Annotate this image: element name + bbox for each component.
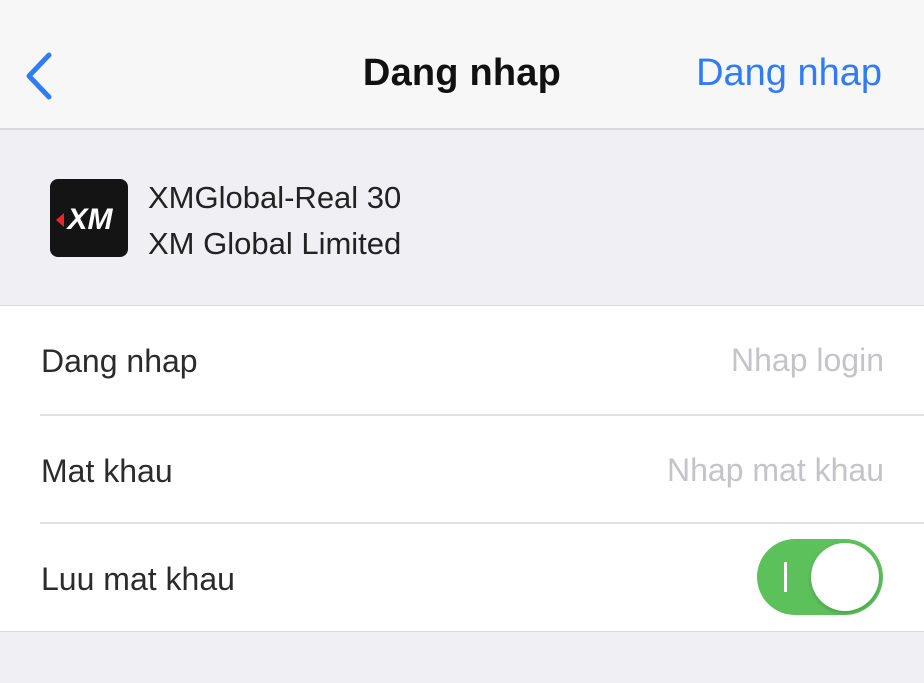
xm-logo: XM — [50, 179, 128, 257]
toggle-on-mark — [784, 562, 787, 592]
server-name: XMGlobal-Real 30 — [148, 180, 402, 215]
logo-text: XM — [66, 203, 114, 236]
password-row: Mat khau — [0, 416, 924, 524]
login-label: Dang nhap — [41, 343, 198, 379]
password-input[interactable] — [464, 446, 884, 494]
password-label: Mat khau — [41, 453, 173, 489]
xm-logo-icon: XM — [56, 203, 114, 236]
login-row: Dang nhap — [0, 306, 924, 414]
server-company: XM Global Limited — [148, 226, 402, 261]
save-password-toggle[interactable] — [757, 539, 883, 615]
login-screen: Dang nhap Dang nhap XM XMGlobal-Real 30 … — [0, 0, 924, 683]
login-button[interactable]: Dang nhap — [696, 52, 882, 95]
server-info: XM XMGlobal-Real 30 XM Global Limited — [0, 130, 924, 306]
navigation-bar: Dang nhap Dang nhap — [0, 0, 924, 130]
save-password-label: Luu mat khau — [41, 561, 235, 597]
login-input[interactable] — [464, 336, 884, 384]
toggle-knob — [811, 543, 879, 611]
